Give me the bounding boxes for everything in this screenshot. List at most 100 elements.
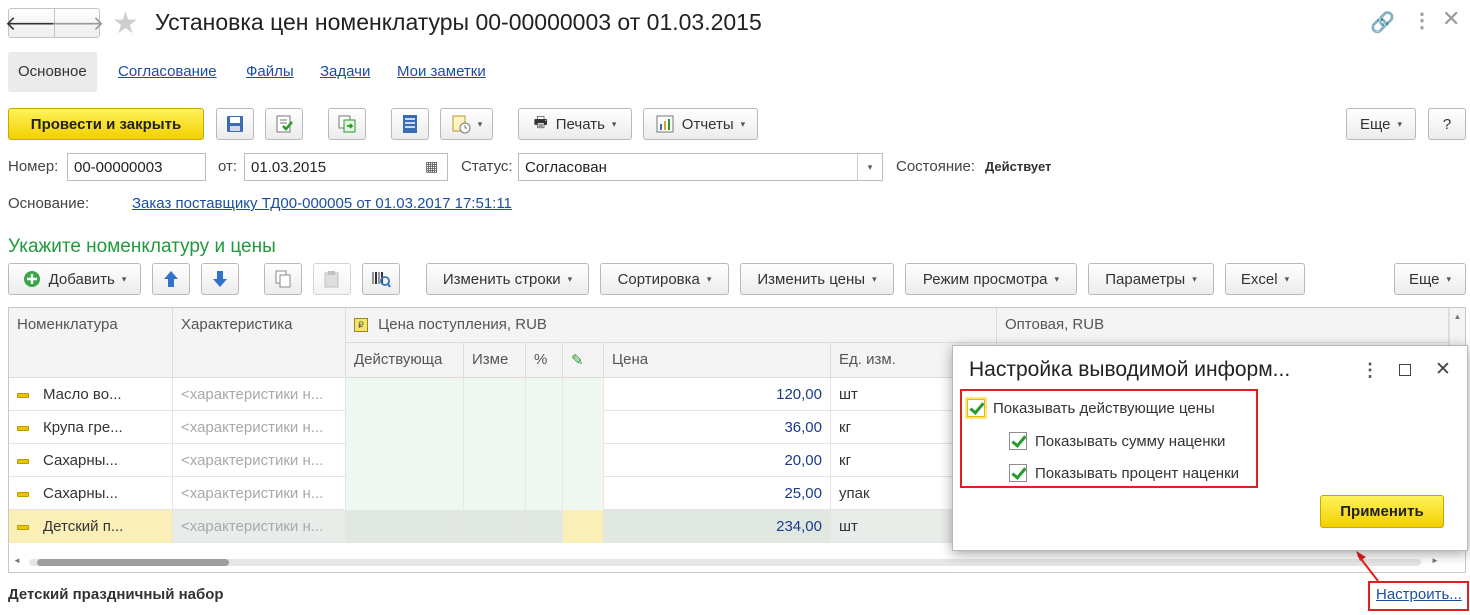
tab-tasks[interactable]: Задачи — [310, 52, 380, 92]
kebab-menu-icon[interactable]: ⋮ — [1412, 8, 1432, 33]
cell-percent[interactable] — [526, 411, 563, 444]
view-mode-button[interactable]: Режим просмотра ▾ — [905, 263, 1077, 295]
document-links-button[interactable]: ▾ — [440, 108, 493, 140]
cell-active[interactable] — [346, 378, 464, 411]
cell-characteristic[interactable]: <характеристики н... — [173, 477, 346, 510]
show-active-prices-checkbox[interactable]: Показывать действующие цены — [967, 399, 1215, 417]
cell-nomenclature[interactable]: Сахарны... — [9, 477, 173, 510]
table-more-button[interactable]: Еще ▾ — [1394, 263, 1466, 295]
cell-price[interactable]: 36,00 — [604, 411, 831, 444]
cell-active[interactable] — [346, 510, 464, 543]
cell-price[interactable]: 20,00 — [604, 444, 831, 477]
barcode-search-button[interactable] — [362, 263, 400, 295]
tab-main[interactable]: Основное — [8, 52, 97, 92]
print-button[interactable]: 🖶 Печать ▾ — [518, 108, 632, 140]
cell-nomenclature[interactable]: Крупа гре... — [9, 411, 173, 444]
forward-button[interactable]: 🡒 — [51, 9, 105, 37]
header-wholesale-group[interactable]: Оптовая, RUB — [997, 308, 1449, 343]
change-prices-button[interactable]: Изменить цены ▾ — [740, 263, 894, 295]
tab-files[interactable]: Файлы — [236, 52, 304, 92]
cell-active[interactable] — [346, 444, 464, 477]
calendar-icon[interactable]: ▦ — [425, 158, 438, 175]
copy-row-button[interactable] — [264, 263, 302, 295]
save-button[interactable] — [216, 108, 254, 140]
cell-percent[interactable] — [526, 444, 563, 477]
change-rows-button[interactable]: Изменить строки ▾ — [426, 263, 589, 295]
cell-characteristic[interactable]: <характеристики н... — [173, 411, 346, 444]
journal-button[interactable] — [391, 108, 429, 140]
scroll-up-icon[interactable]: ▲ — [1450, 308, 1465, 321]
cell-change[interactable] — [464, 477, 526, 510]
add-button[interactable]: Добавить ▾ — [8, 263, 141, 295]
cell-edit[interactable] — [563, 444, 604, 477]
scroll-right-icon[interactable]: ► — [1431, 556, 1439, 565]
cell-percent[interactable] — [526, 378, 563, 411]
configure-link[interactable]: Настроить... — [1376, 586, 1462, 603]
move-up-button[interactable] — [152, 263, 190, 295]
popup-maximize-icon[interactable] — [1399, 364, 1411, 376]
apply-button[interactable]: Применить — [1320, 495, 1444, 528]
create-based-on-button[interactable] — [328, 108, 366, 140]
favorite-star-icon[interactable]: ★ — [112, 6, 139, 41]
cell-change[interactable] — [464, 444, 526, 477]
tab-my-notes[interactable]: Мои заметки — [387, 52, 496, 92]
post-and-close-button[interactable]: Провести и закрыть — [8, 108, 204, 140]
popup-menu-icon[interactable]: ⋮ — [1361, 360, 1379, 381]
link-icon[interactable]: 🔗 — [1370, 10, 1395, 35]
header-nomenclature[interactable]: Номенклатура — [9, 308, 173, 378]
cell-change[interactable] — [464, 510, 526, 543]
tab-approval[interactable]: Согласование — [108, 52, 227, 92]
cell-edit[interactable] — [563, 411, 604, 444]
popup-close-icon[interactable]: ✕ — [1435, 358, 1451, 381]
sort-button[interactable]: Сортировка ▾ — [600, 263, 729, 295]
cell-price[interactable]: 234,00 — [604, 510, 831, 543]
dropdown-arrow-icon: ▾ — [121, 273, 127, 284]
reports-button[interactable]: Отчеты ▾ — [643, 108, 758, 140]
number-field[interactable]: 00-00000003 — [67, 153, 206, 181]
header-change[interactable]: Изме — [464, 343, 526, 378]
header-price-group[interactable]: ₽ Цена поступления, RUB — [346, 308, 997, 343]
header-active[interactable]: Действующа — [346, 343, 464, 378]
show-markup-percent-checkbox[interactable]: Показывать процент наценки — [1009, 464, 1239, 482]
excel-button[interactable]: Excel ▾ — [1225, 263, 1305, 295]
cell-characteristic[interactable]: <характеристики н... — [173, 510, 346, 543]
cell-percent[interactable] — [526, 510, 563, 543]
post-button[interactable] — [265, 108, 303, 140]
horizontal-scrollbar[interactable]: ◄ ► — [9, 554, 1449, 570]
back-button[interactable]: 🡐 — [5, 9, 58, 37]
cell-characteristic[interactable]: <характеристики н... — [173, 444, 346, 477]
cell-change[interactable] — [464, 378, 526, 411]
cell-price[interactable]: 120,00 — [604, 378, 831, 411]
cell-edit[interactable] — [563, 510, 604, 543]
params-button[interactable]: Параметры ▾ — [1088, 263, 1214, 295]
cell-change[interactable] — [464, 411, 526, 444]
cell-edit[interactable] — [563, 477, 604, 510]
date-field[interactable]: 01.03.2015 — [244, 153, 448, 181]
horizontal-scroll-track[interactable] — [29, 559, 1421, 566]
cell-percent[interactable] — [526, 477, 563, 510]
help-button[interactable]: ? — [1428, 108, 1466, 140]
cell-nomenclature[interactable]: Масло во... — [9, 378, 173, 411]
show-markup-sum-checkbox[interactable]: Показывать сумму наценки — [1009, 432, 1225, 450]
cell-active[interactable] — [346, 411, 464, 444]
header-percent[interactable]: % — [526, 343, 563, 378]
header-characteristic[interactable]: Характеристика — [173, 308, 346, 378]
cell-price[interactable]: 25,00 — [604, 477, 831, 510]
header-edit[interactable]: ✎ — [563, 343, 604, 378]
cell-characteristic[interactable]: <характеристики н... — [173, 378, 346, 411]
status-select[interactable]: Согласован — [518, 153, 883, 181]
basis-link[interactable]: Заказ поставщику ТД00-000005 от 01.03.20… — [132, 195, 512, 212]
cell-active[interactable] — [346, 477, 464, 510]
cell-nomenclature[interactable]: Сахарны... — [9, 444, 173, 477]
cell-edit[interactable] — [563, 378, 604, 411]
more-button[interactable]: Еще ▾ — [1346, 108, 1416, 140]
section-title: Укажите номенклатуру и цены — [8, 236, 276, 257]
cell-nomenclature[interactable]: Детский п... — [9, 510, 173, 543]
horizontal-scroll-thumb[interactable] — [37, 559, 229, 566]
header-price[interactable]: Цена — [604, 343, 831, 378]
close-icon[interactable]: ✕ — [1442, 6, 1460, 32]
move-down-button[interactable] — [201, 263, 239, 295]
scroll-left-icon[interactable]: ◄ — [13, 556, 21, 565]
status-dropdown-icon[interactable]: ▾ — [857, 154, 882, 180]
paste-button[interactable] — [313, 263, 351, 295]
